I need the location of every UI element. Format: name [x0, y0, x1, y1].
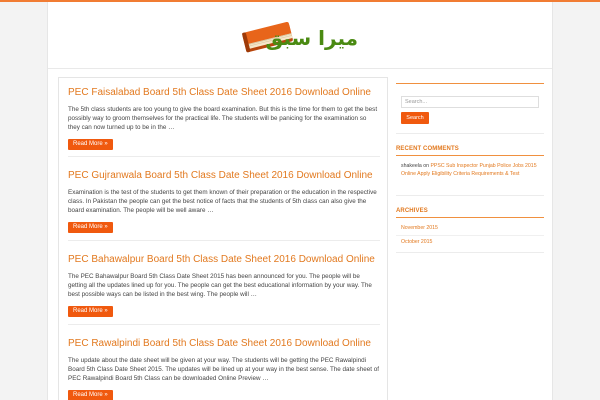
- widget-divider: [396, 133, 544, 134]
- post-divider: [68, 156, 380, 157]
- post-title-link[interactable]: PEC Gujranwala Board 5th Class Date Shee…: [68, 170, 380, 182]
- comment-author: shakeela: [401, 163, 422, 169]
- post-list: PEC Faisalabad Board 5th Class Date Shee…: [58, 77, 388, 400]
- widget-divider: [396, 252, 544, 253]
- widget-top-rule: [396, 83, 544, 84]
- recent-comments-title: RECENT COMMENTS: [396, 146, 459, 152]
- widget-title-rule: [396, 155, 544, 156]
- post-item: PEC Gujranwala Board 5th Class Date Shee…: [68, 170, 380, 234]
- comment-post-link[interactable]: PPSC Sub Inspector Punjab Police Jobs 20…: [401, 163, 537, 177]
- archive-link[interactable]: October 2015: [401, 239, 432, 245]
- post-divider: [68, 240, 380, 241]
- post-title-link[interactable]: PEC Rawalpindi Board 5th Class Date Shee…: [68, 338, 380, 350]
- post-item: PEC Rawalpindi Board 5th Class Date Shee…: [68, 338, 380, 400]
- read-more-button[interactable]: Read More »: [68, 306, 113, 318]
- post-item: PEC Bahawalpur Board 5th Class Date Shee…: [68, 254, 380, 318]
- search-input[interactable]: Search...: [401, 96, 539, 108]
- post-excerpt: The PEC Bahawalpur Board 5th Class Date …: [68, 273, 372, 299]
- post-excerpt: Examination is the test of the students …: [68, 189, 377, 215]
- post-title-link[interactable]: PEC Faisalabad Board 5th Class Date Shee…: [68, 87, 380, 99]
- search-button[interactable]: Search: [401, 112, 429, 124]
- archives-title: ARCHIVES: [396, 208, 428, 214]
- read-more-button[interactable]: Read More »: [68, 390, 113, 400]
- recent-comment-item: shakeela on PPSC Sub Inspector Punjab Po…: [401, 162, 539, 178]
- post-item: PEC Faisalabad Board 5th Class Date Shee…: [68, 87, 380, 151]
- post-excerpt: The update about the date sheet will be …: [68, 357, 379, 383]
- book-logo-icon: میرا سبق: [242, 21, 358, 53]
- comment-on: on: [423, 163, 429, 169]
- read-more-button[interactable]: Read More »: [68, 222, 113, 234]
- widget-title-rule: [396, 217, 544, 218]
- archive-separator: [396, 235, 544, 236]
- header-divider: [48, 68, 552, 69]
- site-logo[interactable]: میرا سبق: [240, 9, 366, 61]
- page-wrapper: میرا سبق PEC Faisalabad Board 5th Class …: [47, 2, 553, 400]
- post-excerpt: The 5th class students are too young to …: [68, 106, 378, 132]
- read-more-button[interactable]: Read More »: [68, 139, 113, 151]
- sidebar: Search... Search RECENT COMMENTS shakeel…: [396, 77, 546, 400]
- archive-link[interactable]: November 2015: [401, 225, 438, 231]
- post-title-link[interactable]: PEC Bahawalpur Board 5th Class Date Shee…: [68, 254, 380, 266]
- widget-divider: [396, 195, 544, 196]
- post-divider: [68, 324, 380, 325]
- svg-text:میرا سبق: میرا سبق: [265, 26, 358, 50]
